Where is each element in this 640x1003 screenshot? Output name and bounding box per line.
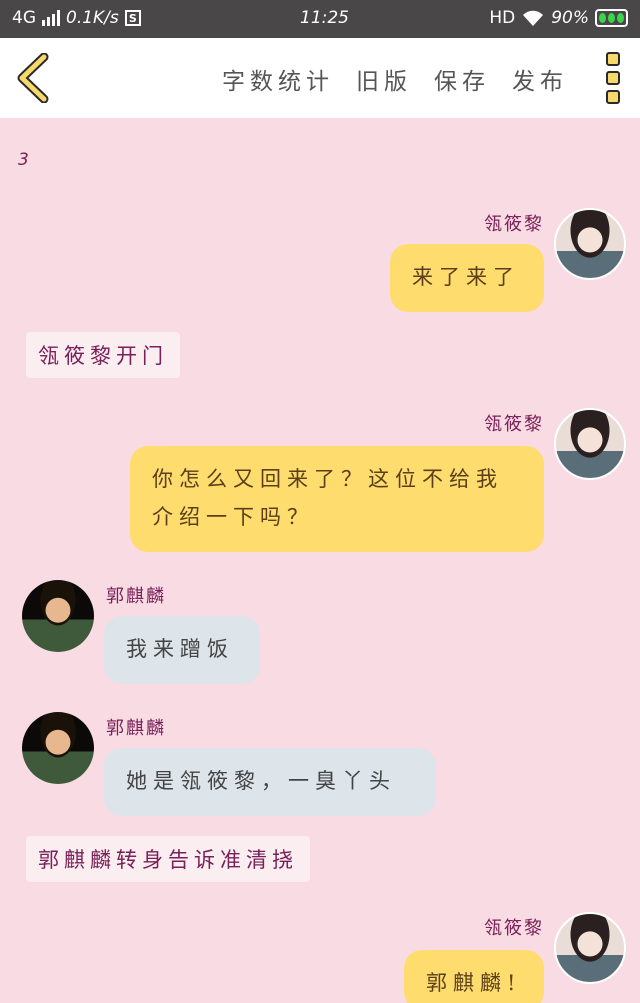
back-button[interactable] — [12, 52, 56, 104]
narration[interactable]: 瓴筱黎开门 — [26, 332, 180, 378]
avatar[interactable] — [22, 580, 94, 652]
menu-dot-icon — [606, 90, 620, 104]
hd-label: HD — [489, 8, 516, 28]
page-number: 3 — [18, 150, 29, 170]
message-bubble[interactable]: 郭麒麟! — [404, 950, 544, 1003]
status-time: 11:25 — [300, 8, 349, 28]
editor-toolbar: 字数统计 旧版 保存 发布 — [0, 38, 640, 118]
avatar[interactable] — [22, 712, 94, 784]
word-count-button[interactable]: 字数统计 — [222, 62, 334, 96]
message-bubble[interactable]: 你怎么又回来了？这位不给我介绍一下吗？ — [130, 446, 544, 552]
publish-button[interactable]: 发布 — [512, 62, 568, 96]
menu-dot-icon — [606, 52, 620, 66]
speaker-name: 瓴筱黎 — [484, 214, 544, 235]
battery-percent: 90% — [551, 8, 589, 28]
network-speed: 0.1K/s — [66, 8, 119, 28]
status-left: 4G 0.1K/s S — [12, 8, 141, 28]
status-bar: 4G 0.1K/s S 11:25 HD 90% — [0, 0, 640, 38]
network-type: 4G — [12, 8, 36, 28]
signal-icon — [42, 10, 60, 26]
save-button[interactable]: 保存 — [434, 62, 490, 96]
avatar[interactable] — [554, 912, 626, 984]
battery-icon — [595, 9, 628, 27]
narration[interactable]: 郭麒麟转身告诉准清挠 — [26, 836, 310, 882]
speaker-name: 郭麒麟 — [106, 586, 166, 607]
wifi-icon — [523, 10, 544, 26]
chevron-left-icon — [17, 52, 49, 104]
message-bubble[interactable]: 她是瓴筱黎，一臭丫头 — [104, 748, 436, 816]
chat-area[interactable]: 3 瓴筱黎 来了来了 瓴筱黎开门 瓴筱黎 你怎么又回来了？这位不给我介绍一下吗？… — [0, 118, 640, 1003]
avatar[interactable] — [554, 408, 626, 480]
message-bubble[interactable]: 我来蹭饭 — [104, 616, 260, 684]
s-badge-icon: S — [124, 10, 141, 26]
message-bubble[interactable]: 来了来了 — [390, 244, 544, 312]
old-version-button[interactable]: 旧版 — [356, 62, 412, 96]
status-right: HD 90% — [489, 8, 628, 28]
avatar[interactable] — [554, 208, 626, 280]
speaker-name: 瓴筱黎 — [484, 918, 544, 939]
more-menu-button[interactable] — [606, 52, 620, 104]
speaker-name: 郭麒麟 — [106, 718, 166, 739]
toolbar-actions: 字数统计 旧版 保存 发布 — [222, 62, 568, 96]
speaker-name: 瓴筱黎 — [484, 414, 544, 435]
menu-dot-icon — [606, 71, 620, 85]
